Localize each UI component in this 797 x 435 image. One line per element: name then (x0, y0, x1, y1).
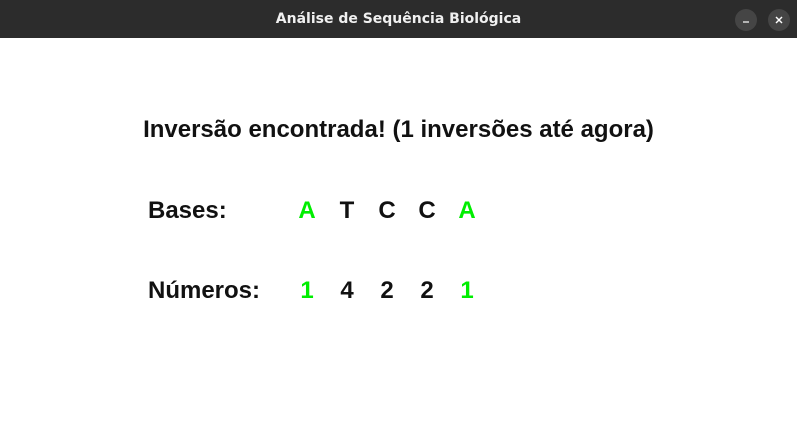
title-bar[interactable]: Análise de Sequência Biológica (0, 0, 797, 38)
numbers-label: Números: (148, 277, 261, 304)
minimize-icon (743, 21, 749, 23)
bases-label: Bases: (148, 197, 227, 224)
number-cell-4: 1 (460, 277, 474, 304)
window-title: Análise de Sequência Biológica (275, 11, 522, 27)
number-cell-2: 2 (380, 277, 394, 304)
base-cell-3: C (418, 197, 436, 224)
close-button[interactable] (768, 9, 790, 31)
main-content: Inversão encontrada! (1 inversões até ag… (0, 38, 797, 435)
base-cell-1: T (339, 197, 355, 224)
base-cell-2: C (378, 197, 396, 224)
base-cell-0: A (298, 197, 316, 224)
base-cell-4: A (458, 197, 476, 224)
minimize-button[interactable] (735, 9, 757, 31)
number-cell-1: 4 (340, 277, 354, 304)
close-icon (775, 16, 783, 24)
number-cell-0: 1 (300, 277, 314, 304)
number-cell-3: 2 (420, 277, 434, 304)
inversion-message: Inversão encontrada! (1 inversões até ag… (143, 116, 654, 143)
app-window: Análise de Sequência Biológica Inversão … (0, 0, 797, 435)
